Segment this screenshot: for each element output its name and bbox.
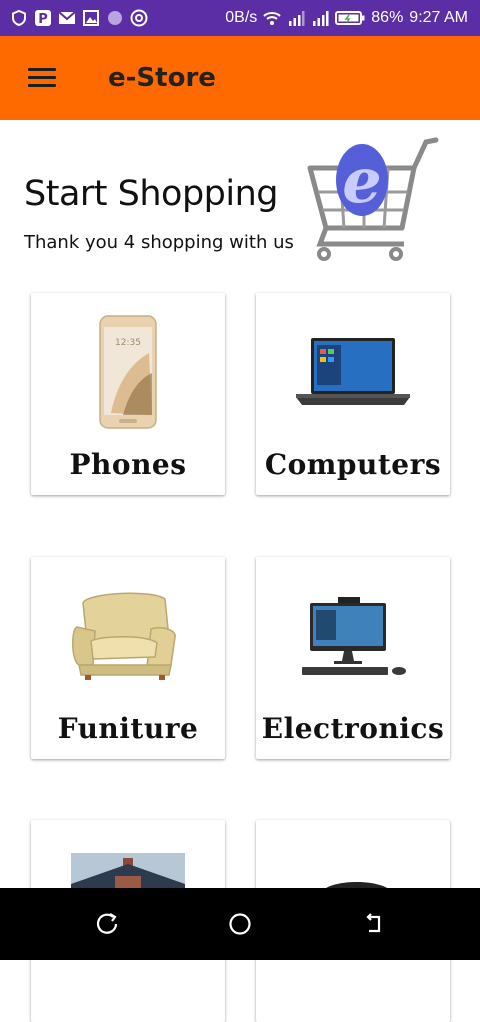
back-icon[interactable] xyxy=(359,910,387,938)
chrome-icon xyxy=(130,9,148,27)
parking-icon: P xyxy=(35,10,51,27)
phone-image: 12:35 xyxy=(99,315,157,429)
status-bar: P 0B/s 86% 9:27 AM xyxy=(0,0,480,36)
category-label xyxy=(256,970,450,1014)
gallery-icon xyxy=(83,10,99,26)
signal-icon xyxy=(289,11,305,26)
category-label: Funiture xyxy=(57,712,199,745)
laptop-image xyxy=(296,338,410,405)
armchair-image xyxy=(72,592,176,680)
status-notification-icons: P xyxy=(10,8,148,28)
category-card-electronics[interactable]: Electronics xyxy=(256,557,450,759)
network-speed: 0B/s xyxy=(225,9,258,26)
status-system-icons: 0B/s 86% 9:27 AM xyxy=(225,8,468,28)
signal-icon xyxy=(313,11,329,26)
svg-text:P: P xyxy=(38,12,48,27)
battery-level: 86% xyxy=(371,9,404,26)
home-icon[interactable] xyxy=(226,910,254,938)
category-label xyxy=(31,970,225,1014)
shield-icon xyxy=(12,9,26,27)
shopping-cart-logo: e xyxy=(307,137,439,261)
category-card-funiture[interactable]: Funiture xyxy=(31,557,225,759)
desktop-computer-image xyxy=(302,597,406,675)
clock: 9:27 AM xyxy=(409,9,468,26)
mail-icon xyxy=(58,11,76,24)
battery-icon xyxy=(335,11,365,25)
app-bar: e-Store xyxy=(0,36,480,120)
category-label: Electronics xyxy=(261,712,445,745)
hero-title: Start Shopping xyxy=(24,174,279,214)
category-label: Phones xyxy=(69,448,187,481)
hero-subtitle: Thank you 4 shopping with us xyxy=(24,232,294,253)
svg-text:12:35: 12:35 xyxy=(115,338,141,348)
logo-letter: e xyxy=(342,144,381,217)
category-label: Computers xyxy=(264,448,442,481)
wifi-icon xyxy=(263,12,281,25)
hamburger-menu-icon[interactable] xyxy=(26,66,58,90)
system-navigation-bar xyxy=(0,888,480,960)
category-card-computers[interactable]: Computers xyxy=(256,293,450,495)
circle-icon xyxy=(108,11,122,25)
category-card-phones[interactable]: 12:35 Phones xyxy=(31,293,225,495)
app-title: e-Store xyxy=(108,63,216,93)
recent-apps-icon[interactable] xyxy=(93,910,121,938)
